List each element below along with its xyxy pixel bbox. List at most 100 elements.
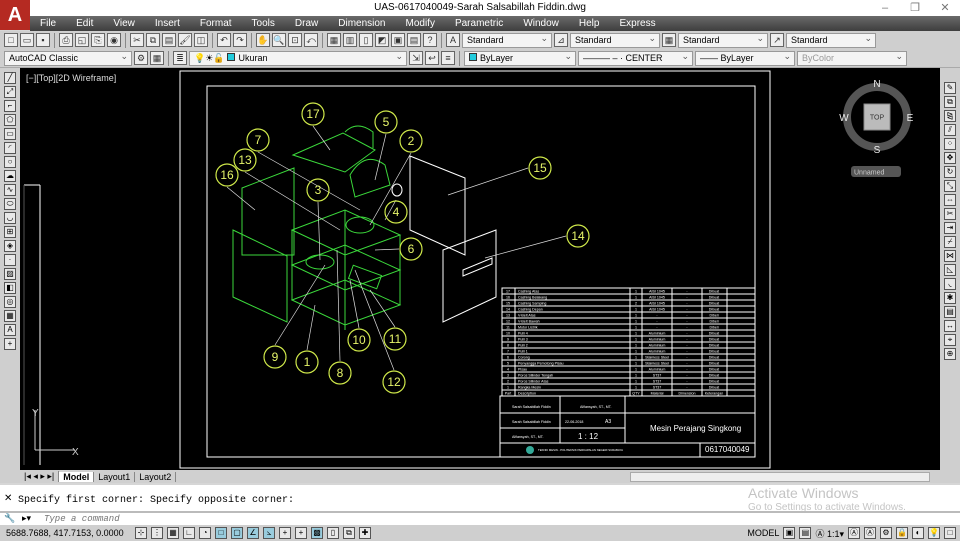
- drawing-canvas[interactable]: XY 17 5 2 7 13 16 3 15 4 6 14 9 1 10 11 8 12 17 Cashing A…: [20, 68, 940, 470]
- annotation-monitor-icon[interactable]: ✚: [359, 527, 371, 539]
- chamfer-icon[interactable]: ◺: [944, 264, 956, 276]
- add-selected-icon[interactable]: +: [4, 338, 16, 350]
- open-icon[interactable]: ▭: [20, 33, 34, 47]
- command-input[interactable]: [44, 513, 744, 524]
- ellipse-icon[interactable]: ⬭: [4, 198, 16, 210]
- linetype-dropdown[interactable]: ——— – · CENTER: [578, 50, 693, 66]
- pan-icon[interactable]: ✋: [256, 33, 270, 47]
- array-icon[interactable]: ⁘: [944, 138, 956, 150]
- menu-view[interactable]: View: [103, 18, 145, 29]
- rectangle-icon[interactable]: ▭: [4, 128, 16, 140]
- copy-object-icon[interactable]: ⧉: [944, 96, 956, 108]
- polyline-icon[interactable]: ⌐: [4, 100, 16, 112]
- circle-icon[interactable]: ○: [4, 156, 16, 168]
- undo-icon[interactable]: ↶: [217, 33, 231, 47]
- snap-mode-icon[interactable]: ⋮: [151, 527, 163, 539]
- tool-palettes-icon[interactable]: ▯: [359, 33, 373, 47]
- workspace-dropdown[interactable]: AutoCAD Classic: [4, 50, 132, 66]
- break-icon[interactable]: ⌿: [944, 236, 956, 248]
- help-icon[interactable]: ?: [423, 33, 437, 47]
- spline-icon[interactable]: ∿: [4, 184, 16, 196]
- zoom-window-icon[interactable]: ⊡: [288, 33, 302, 47]
- table-style-dropdown[interactable]: Standard: [678, 32, 768, 48]
- ducs-icon[interactable]: ⦣: [263, 527, 275, 539]
- menu-modify[interactable]: Modify: [396, 18, 445, 29]
- minimize-button[interactable]: –: [870, 0, 900, 16]
- lineweight-dropdown[interactable]: —— ByLayer: [695, 50, 795, 66]
- tab-nav-first[interactable]: |◂ ◂ ▸ ▸|: [20, 471, 60, 482]
- offset-icon[interactable]: ⫽: [944, 124, 956, 136]
- erase-icon[interactable]: ✎: [944, 82, 956, 94]
- horizontal-scrollbar[interactable]: [630, 471, 930, 482]
- layer-properties-icon[interactable]: ≣: [173, 51, 187, 65]
- close-button[interactable]: ✕: [930, 0, 960, 16]
- properties-icon[interactable]: ▦: [327, 33, 341, 47]
- polygon-icon[interactable]: ⬠: [4, 114, 16, 126]
- construction-line-icon[interactable]: ⤢: [4, 86, 16, 98]
- join-icon[interactable]: ⋈: [944, 250, 956, 262]
- ortho-icon[interactable]: ∟: [183, 527, 195, 539]
- grid-icon[interactable]: ▦: [167, 527, 179, 539]
- menu-dimension[interactable]: Dimension: [328, 18, 395, 29]
- polar-icon[interactable]: ◔: [199, 527, 211, 539]
- new-icon[interactable]: □: [4, 33, 18, 47]
- publish-icon[interactable]: ⎘: [91, 33, 105, 47]
- menu-draw[interactable]: Draw: [285, 18, 328, 29]
- ellipse-arc-icon[interactable]: ◡: [4, 212, 16, 224]
- layer-states-icon[interactable]: ≡: [441, 51, 455, 65]
- save-icon[interactable]: ▪: [36, 33, 50, 47]
- dim-style-dropdown[interactable]: Standard: [570, 32, 660, 48]
- customize-icon[interactable]: 🔧: [4, 513, 15, 524]
- hatch-icon[interactable]: ▨: [4, 268, 16, 280]
- ucs-menu[interactable]: Unnamed: [854, 170, 884, 177]
- cut-icon[interactable]: ✂: [130, 33, 144, 47]
- point-icon[interactable]: ·: [4, 254, 16, 266]
- quick-view-layouts-icon[interactable]: ▣: [783, 527, 796, 539]
- layer-dropdown[interactable]: 💡☀🔓 Ukuran: [189, 50, 407, 66]
- menu-tools[interactable]: Tools: [242, 18, 285, 29]
- plot-icon[interactable]: ⎙: [59, 33, 73, 47]
- move-icon[interactable]: ✥: [944, 152, 956, 164]
- menu-edit[interactable]: Edit: [66, 18, 103, 29]
- zoom-realtime-icon[interactable]: 🔍: [272, 33, 286, 47]
- markup-icon[interactable]: ▣: [391, 33, 405, 47]
- draworder-icon[interactable]: ▤: [944, 306, 956, 318]
- isolate-objects-icon[interactable]: 💡: [928, 527, 940, 539]
- multileader-style-dropdown[interactable]: Standard: [786, 32, 876, 48]
- mirror-icon[interactable]: ⧎: [944, 110, 956, 122]
- workspace-settings-icon[interactable]: ⚙: [134, 51, 148, 65]
- sheet-set-icon[interactable]: ◩: [375, 33, 389, 47]
- stretch-icon[interactable]: ⇔: [944, 194, 956, 206]
- fillet-icon[interactable]: ◟: [944, 278, 956, 290]
- quick-view-drawings-icon[interactable]: ▤: [799, 527, 812, 539]
- block-editor-icon[interactable]: ◫: [194, 33, 208, 47]
- compass-w[interactable]: W: [839, 113, 849, 124]
- redo-icon[interactable]: ↷: [233, 33, 247, 47]
- infer-constraints-icon[interactable]: ⊹: [135, 527, 147, 539]
- lineweight-icon[interactable]: +: [295, 527, 307, 539]
- color-dropdown[interactable]: ByLayer: [464, 50, 576, 66]
- compass-e[interactable]: E: [907, 113, 914, 124]
- match-properties-icon[interactable]: 🖌: [178, 33, 192, 47]
- preview-icon[interactable]: ◱: [75, 33, 89, 47]
- model-space-toggle[interactable]: MODEL: [747, 528, 779, 538]
- compass-n[interactable]: N: [873, 79, 880, 90]
- calculator-icon[interactable]: ▤: [407, 33, 421, 47]
- menu-window[interactable]: Window: [513, 18, 569, 29]
- menu-parametric[interactable]: Parametric: [445, 18, 513, 29]
- hardware-acceleration-icon[interactable]: ◐: [912, 527, 924, 539]
- annotation-scale[interactable]: Ⓐ 1:1▾: [815, 527, 844, 540]
- 3d-print-icon[interactable]: ◉: [107, 33, 121, 47]
- transparency-icon[interactable]: ▩: [311, 527, 323, 539]
- tab-layout1[interactable]: Layout1: [94, 471, 136, 482]
- arc-icon[interactable]: ◜: [4, 142, 16, 154]
- dimension-icon[interactable]: ↔: [944, 320, 956, 332]
- annotation-visibility-icon[interactable]: Ⓐ: [848, 527, 860, 539]
- snap-icon[interactable]: ⌖: [944, 334, 956, 346]
- paste-icon[interactable]: ▤: [162, 33, 176, 47]
- otrack-icon[interactable]: ∠: [247, 527, 259, 539]
- viewcube-top[interactable]: TOP: [870, 115, 885, 122]
- insert-block-icon[interactable]: ⊞: [4, 226, 16, 238]
- trim-icon[interactable]: ✂: [944, 208, 956, 220]
- 3d-osnap-icon[interactable]: ▢: [231, 527, 243, 539]
